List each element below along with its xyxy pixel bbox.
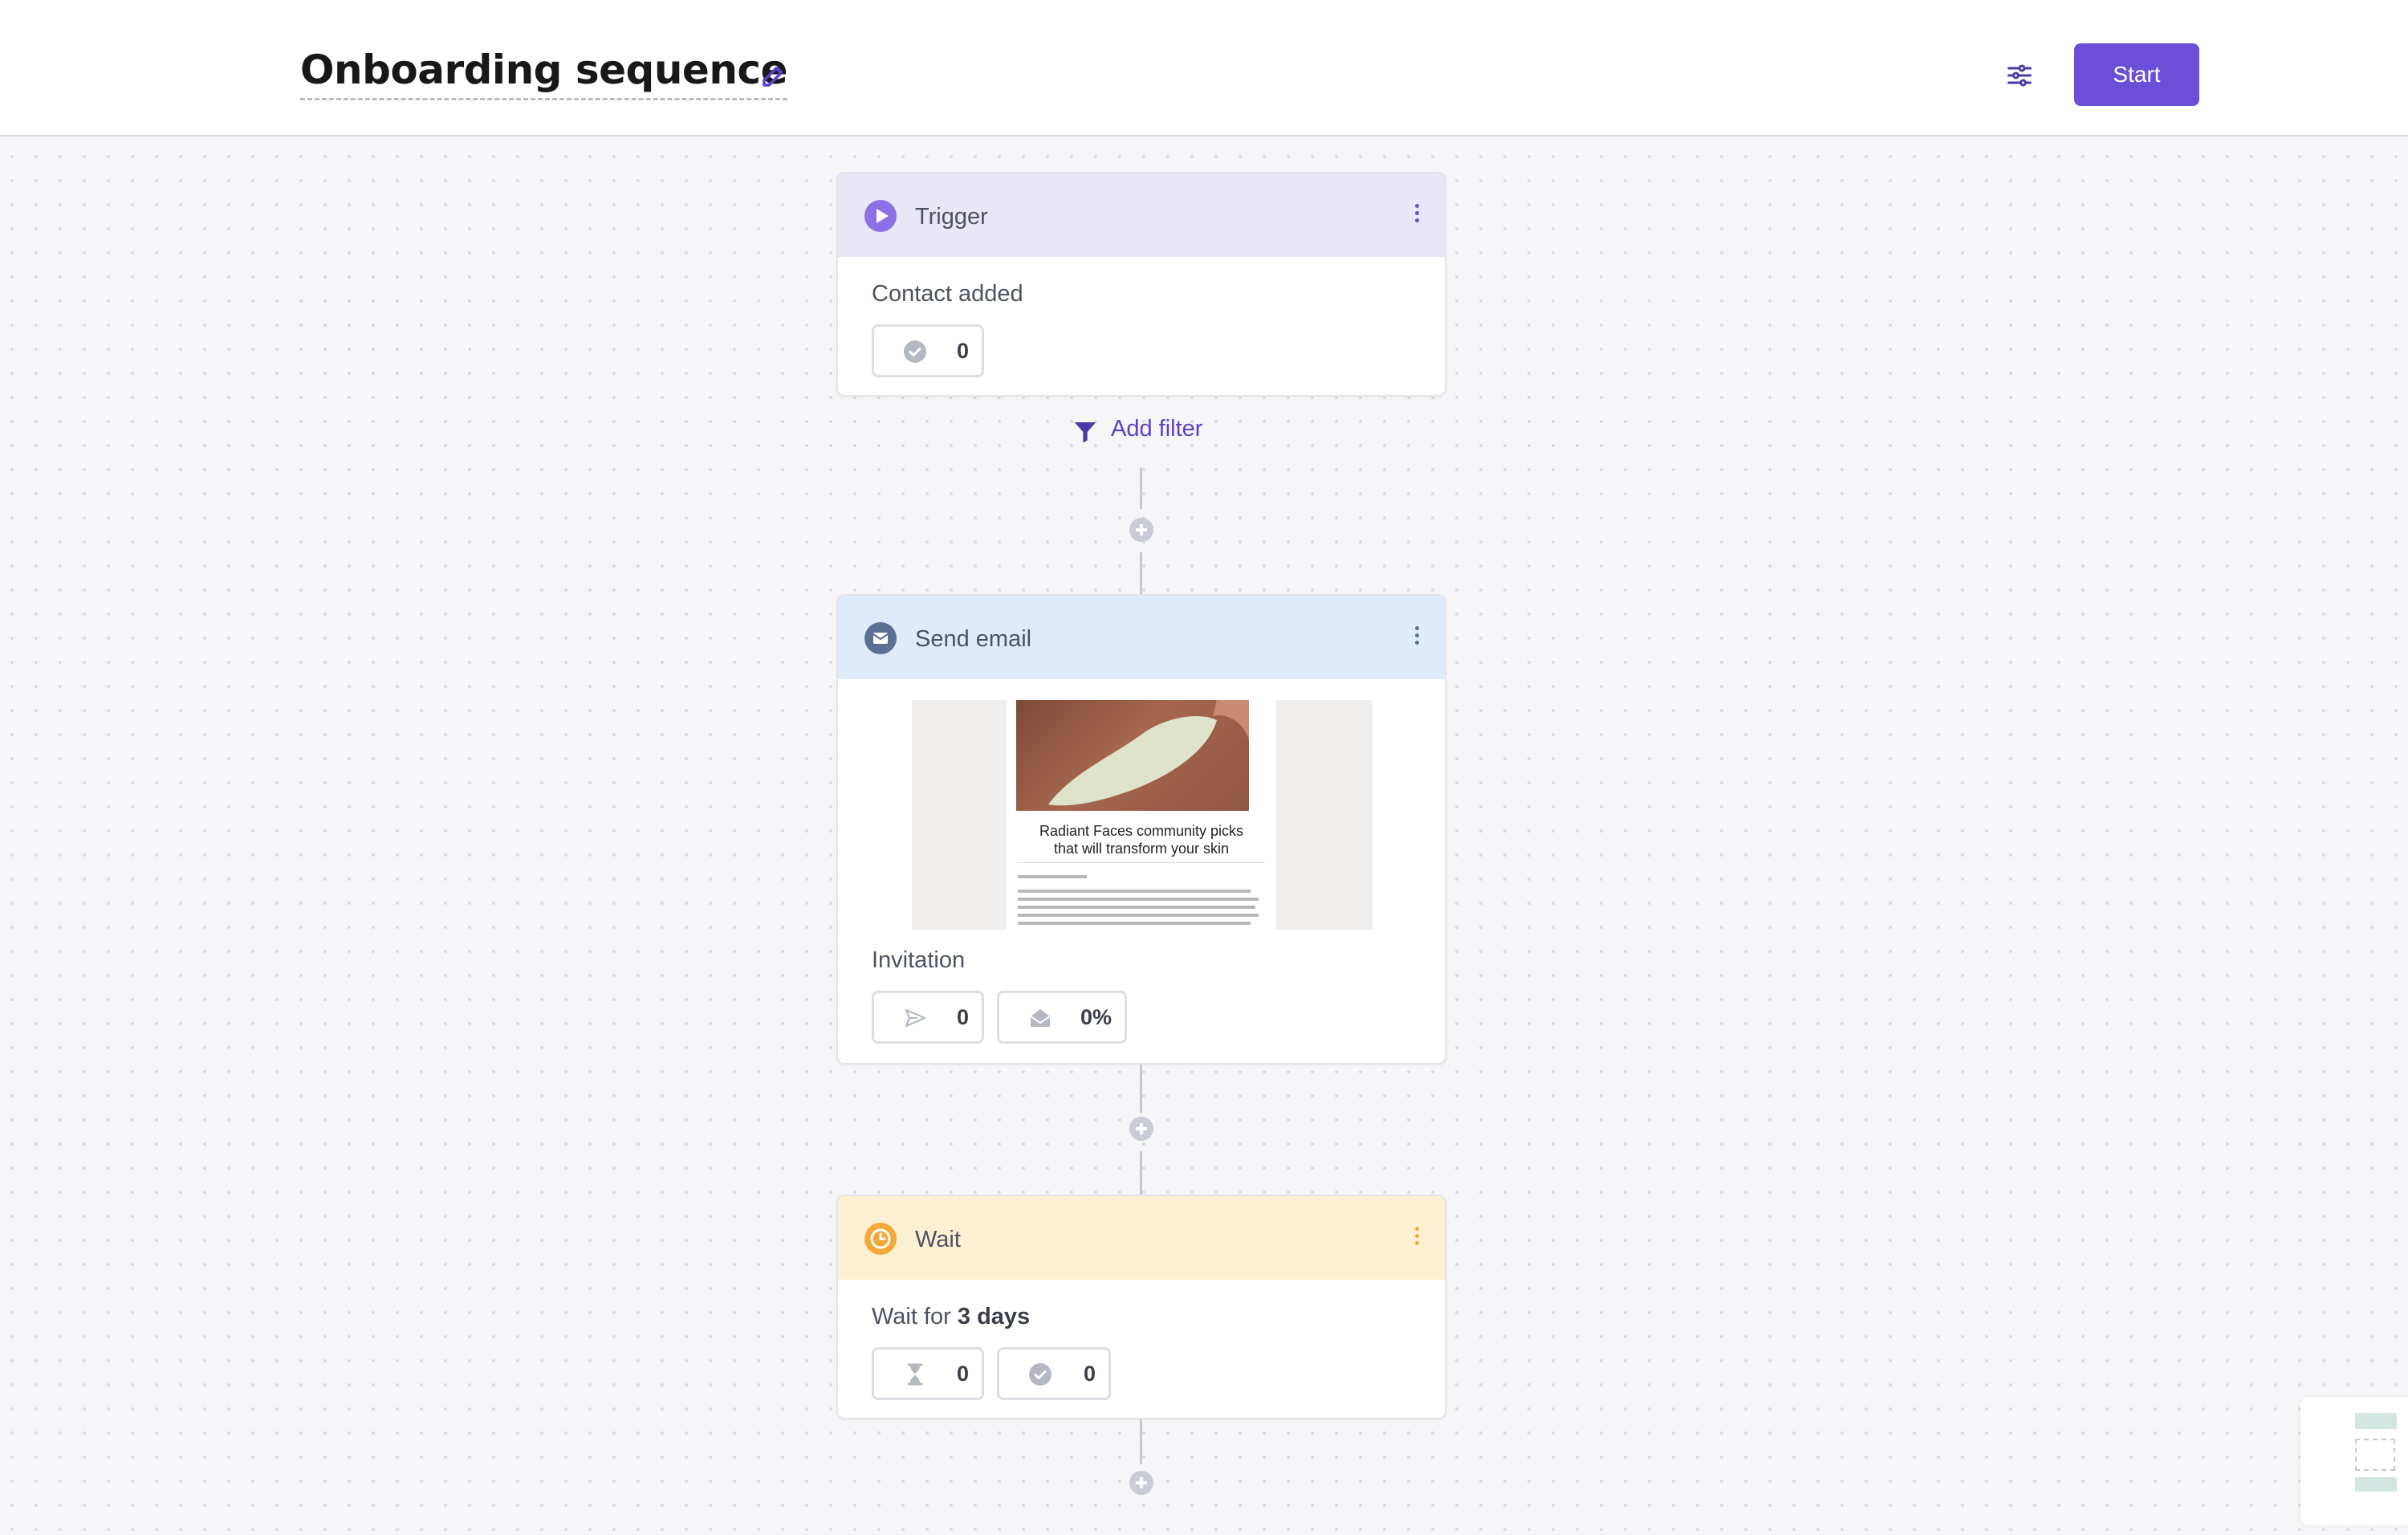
trigger-card-title: Trigger (915, 204, 988, 230)
email-preview-text-line (1018, 906, 1255, 909)
minimap-node (2355, 1477, 2397, 1492)
trigger-card[interactable]: Trigger Contact added 0 (836, 172, 1446, 397)
connector-line (1140, 1419, 1142, 1464)
play-icon (864, 200, 897, 232)
wait-prefix: Wait for (872, 1304, 951, 1329)
add-step-plus-icon[interactable] (1129, 1471, 1153, 1495)
email-preview-headline: Radiant Faces community picks that will … (1039, 823, 1244, 857)
send-email-more-icon[interactable] (1413, 625, 1421, 652)
envelope-icon (864, 622, 897, 654)
open-rate-stat[interactable]: 0% (997, 991, 1127, 1044)
wait-card[interactable]: Wait Wait for 3 days 0 0 (836, 1195, 1446, 1419)
sequence-title[interactable]: Onboarding sequence (300, 42, 787, 100)
connector-line (1140, 552, 1142, 594)
wait-card-title: Wait (915, 1227, 961, 1252)
trigger-completed-stat[interactable]: 0 (872, 324, 984, 377)
wait-card-header: Wait (838, 1196, 1445, 1280)
open-envelope-icon (1030, 1009, 1051, 1027)
waiting-count: 0 (956, 1362, 969, 1386)
add-filter-label: Add filter (1111, 416, 1203, 442)
paper-plane-icon (905, 1008, 926, 1028)
wait-completed-stat[interactable]: 0 (997, 1347, 1111, 1400)
email-preview-text-line (1018, 898, 1259, 901)
minimap-node (2355, 1413, 2397, 1429)
check-circle-icon (904, 340, 926, 363)
top-bar: Onboarding sequence Start (0, 0, 2408, 136)
email-preview-text-line (1018, 875, 1087, 878)
wait-completed-count: 0 (1083, 1362, 1096, 1386)
send-email-card-header: Send email (838, 596, 1445, 679)
edit-title-icon[interactable] (759, 61, 788, 90)
send-email-card-title: Send email (915, 626, 1032, 652)
send-email-card[interactable]: Send email Radiant Faces community picks… (836, 594, 1446, 1065)
emails-sent-count: 0 (956, 1005, 969, 1029)
email-preview-image (1016, 700, 1249, 811)
emails-sent-stat[interactable]: 0 (872, 991, 984, 1044)
trigger-more-icon[interactable] (1413, 202, 1421, 230)
clock-icon (864, 1223, 897, 1255)
wait-duration-text: Wait for 3 days (872, 1304, 1030, 1330)
connector-line (1140, 1065, 1142, 1113)
trigger-completed-count: 0 (956, 339, 969, 363)
email-preview-document: Radiant Faces community picks that will … (1007, 700, 1276, 930)
minimap-viewport[interactable] (2355, 1439, 2395, 1471)
check-circle-icon (1029, 1363, 1051, 1386)
canvas-minimap[interactable] (2300, 1397, 2408, 1525)
waiting-stat[interactable]: 0 (872, 1347, 984, 1400)
wait-duration: 3 days (957, 1304, 1031, 1329)
email-preview-thumbnail[interactable]: Radiant Faces community picks that will … (912, 700, 1373, 930)
email-preview-text-line (1018, 890, 1251, 893)
trigger-card-header: Trigger (838, 173, 1445, 257)
email-preview-text-line (1018, 914, 1259, 917)
email-name: Invitation (872, 947, 966, 973)
trigger-event: Contact added (872, 281, 1023, 307)
wait-more-icon[interactable] (1413, 1225, 1421, 1252)
add-step-plus-icon[interactable] (1129, 1117, 1153, 1141)
connector-line (1140, 1151, 1142, 1196)
email-preview-divider (1018, 862, 1265, 863)
connector-line (1140, 467, 1142, 509)
hourglass-icon (907, 1363, 923, 1386)
add-step-plus-icon[interactable] (1129, 518, 1153, 542)
open-rate-value: 0% (1080, 1005, 1112, 1029)
settings-sliders-icon[interactable] (2005, 61, 2034, 90)
email-preview-text-line (1018, 922, 1251, 925)
start-button[interactable]: Start (2074, 43, 2199, 106)
filter-icon (1074, 422, 1096, 443)
